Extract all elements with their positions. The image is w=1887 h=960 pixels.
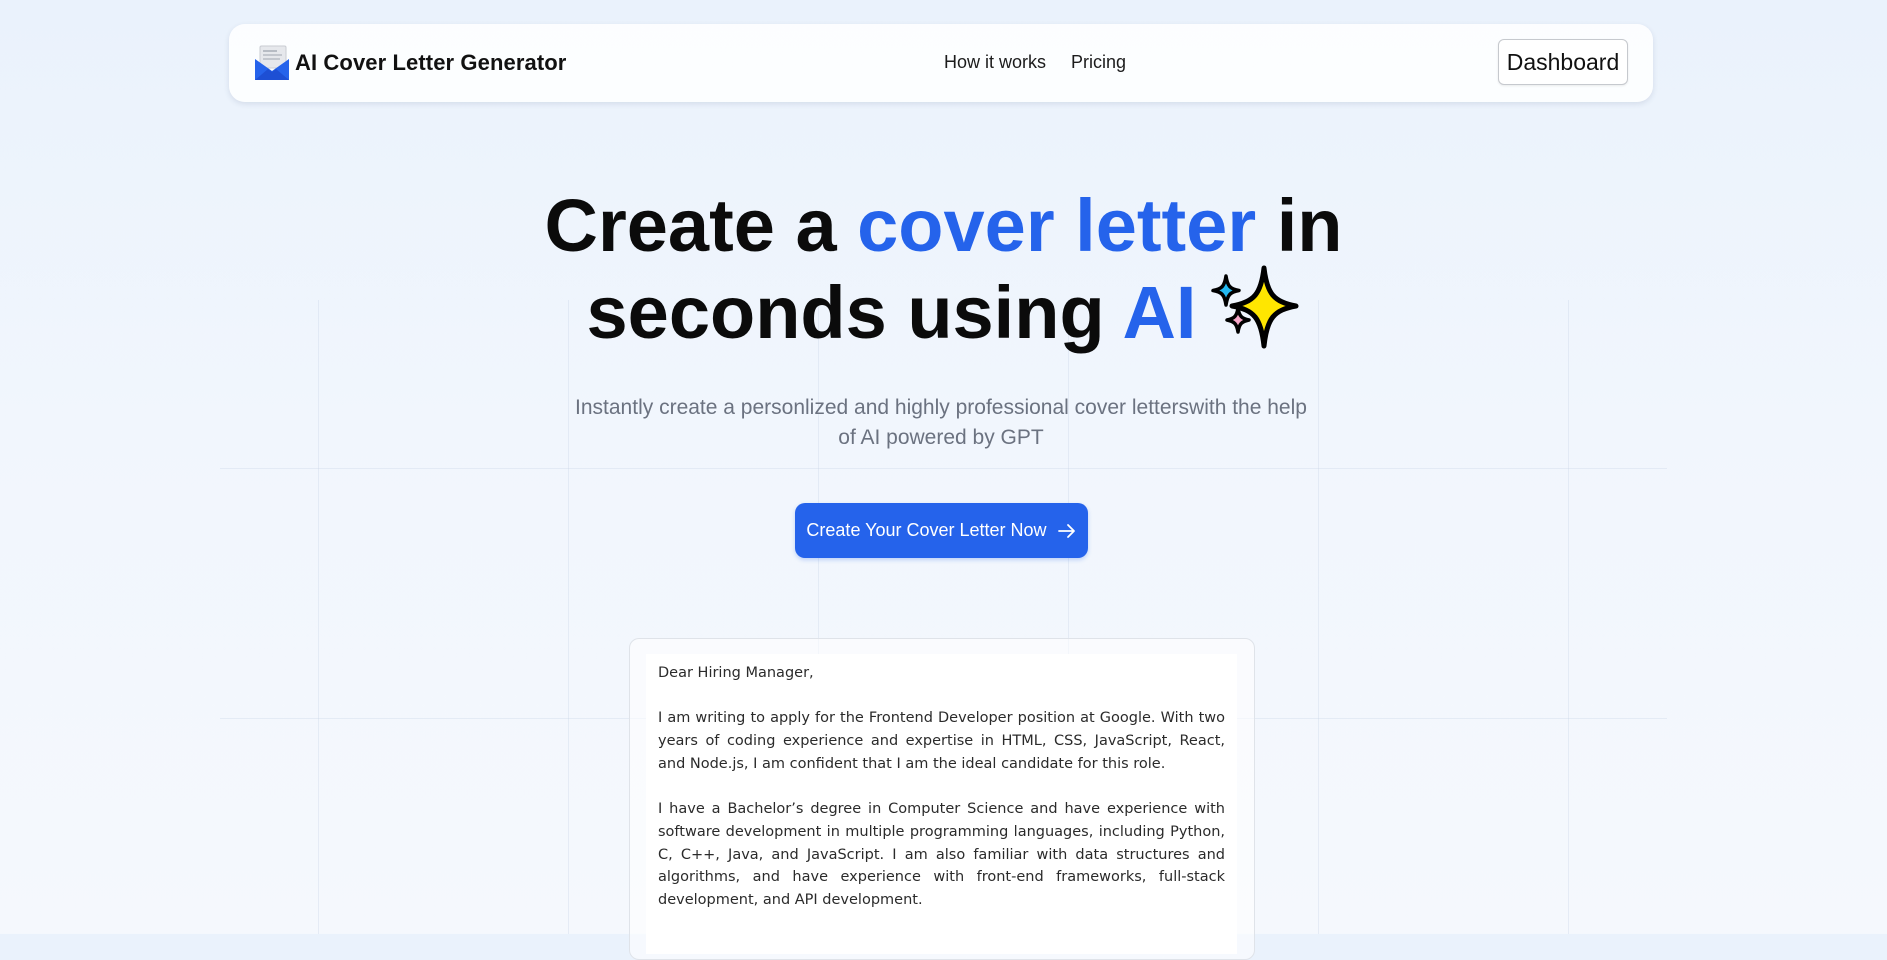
sparkles-icon	[1208, 264, 1300, 352]
envelope-letter-icon	[254, 45, 290, 81]
letter-paragraph: I am writing to apply for the Frontend D…	[658, 710, 1225, 772]
nav-link-pricing[interactable]: Pricing	[1071, 52, 1126, 73]
create-cover-letter-button[interactable]: Create Your Cover Letter Now	[795, 503, 1088, 558]
nav-links: How it works Pricing	[944, 52, 1126, 73]
nav-link-how-it-works[interactable]: How it works	[944, 52, 1046, 73]
hero-title-line2: seconds using	[586, 271, 1123, 354]
hero-title-text: in	[1256, 184, 1343, 267]
letter-paragraph: I have a Bachelor’s degree in Computer S…	[658, 801, 1225, 908]
letter-greeting: Dear Hiring Manager,	[658, 665, 814, 681]
hero-subtitle: Instantly create a personlized and highl…	[575, 396, 1307, 449]
hero-title-accent-ai: AI	[1122, 271, 1197, 354]
arrow-right-icon	[1057, 523, 1077, 539]
top-navbar: AI Cover Letter Generator How it works P…	[229, 24, 1653, 102]
hero-title-accent-cover-letter: cover letter	[857, 184, 1257, 267]
brand-logo[interactable]: AI Cover Letter Generator	[254, 44, 566, 82]
cta-label: Create Your Cover Letter Now	[806, 520, 1047, 540]
dashboard-button[interactable]: Dashboard	[1498, 39, 1628, 85]
hero-title-text: Create a	[544, 184, 858, 267]
letter-paper: Dear Hiring Manager, I am writing to app…	[646, 654, 1237, 954]
brand-title: AI Cover Letter Generator	[295, 50, 567, 75]
hero-title: Create a cover letter in seconds using A…	[0, 188, 1887, 352]
cover-letter-preview: Dear Hiring Manager, I am writing to app…	[629, 638, 1255, 960]
